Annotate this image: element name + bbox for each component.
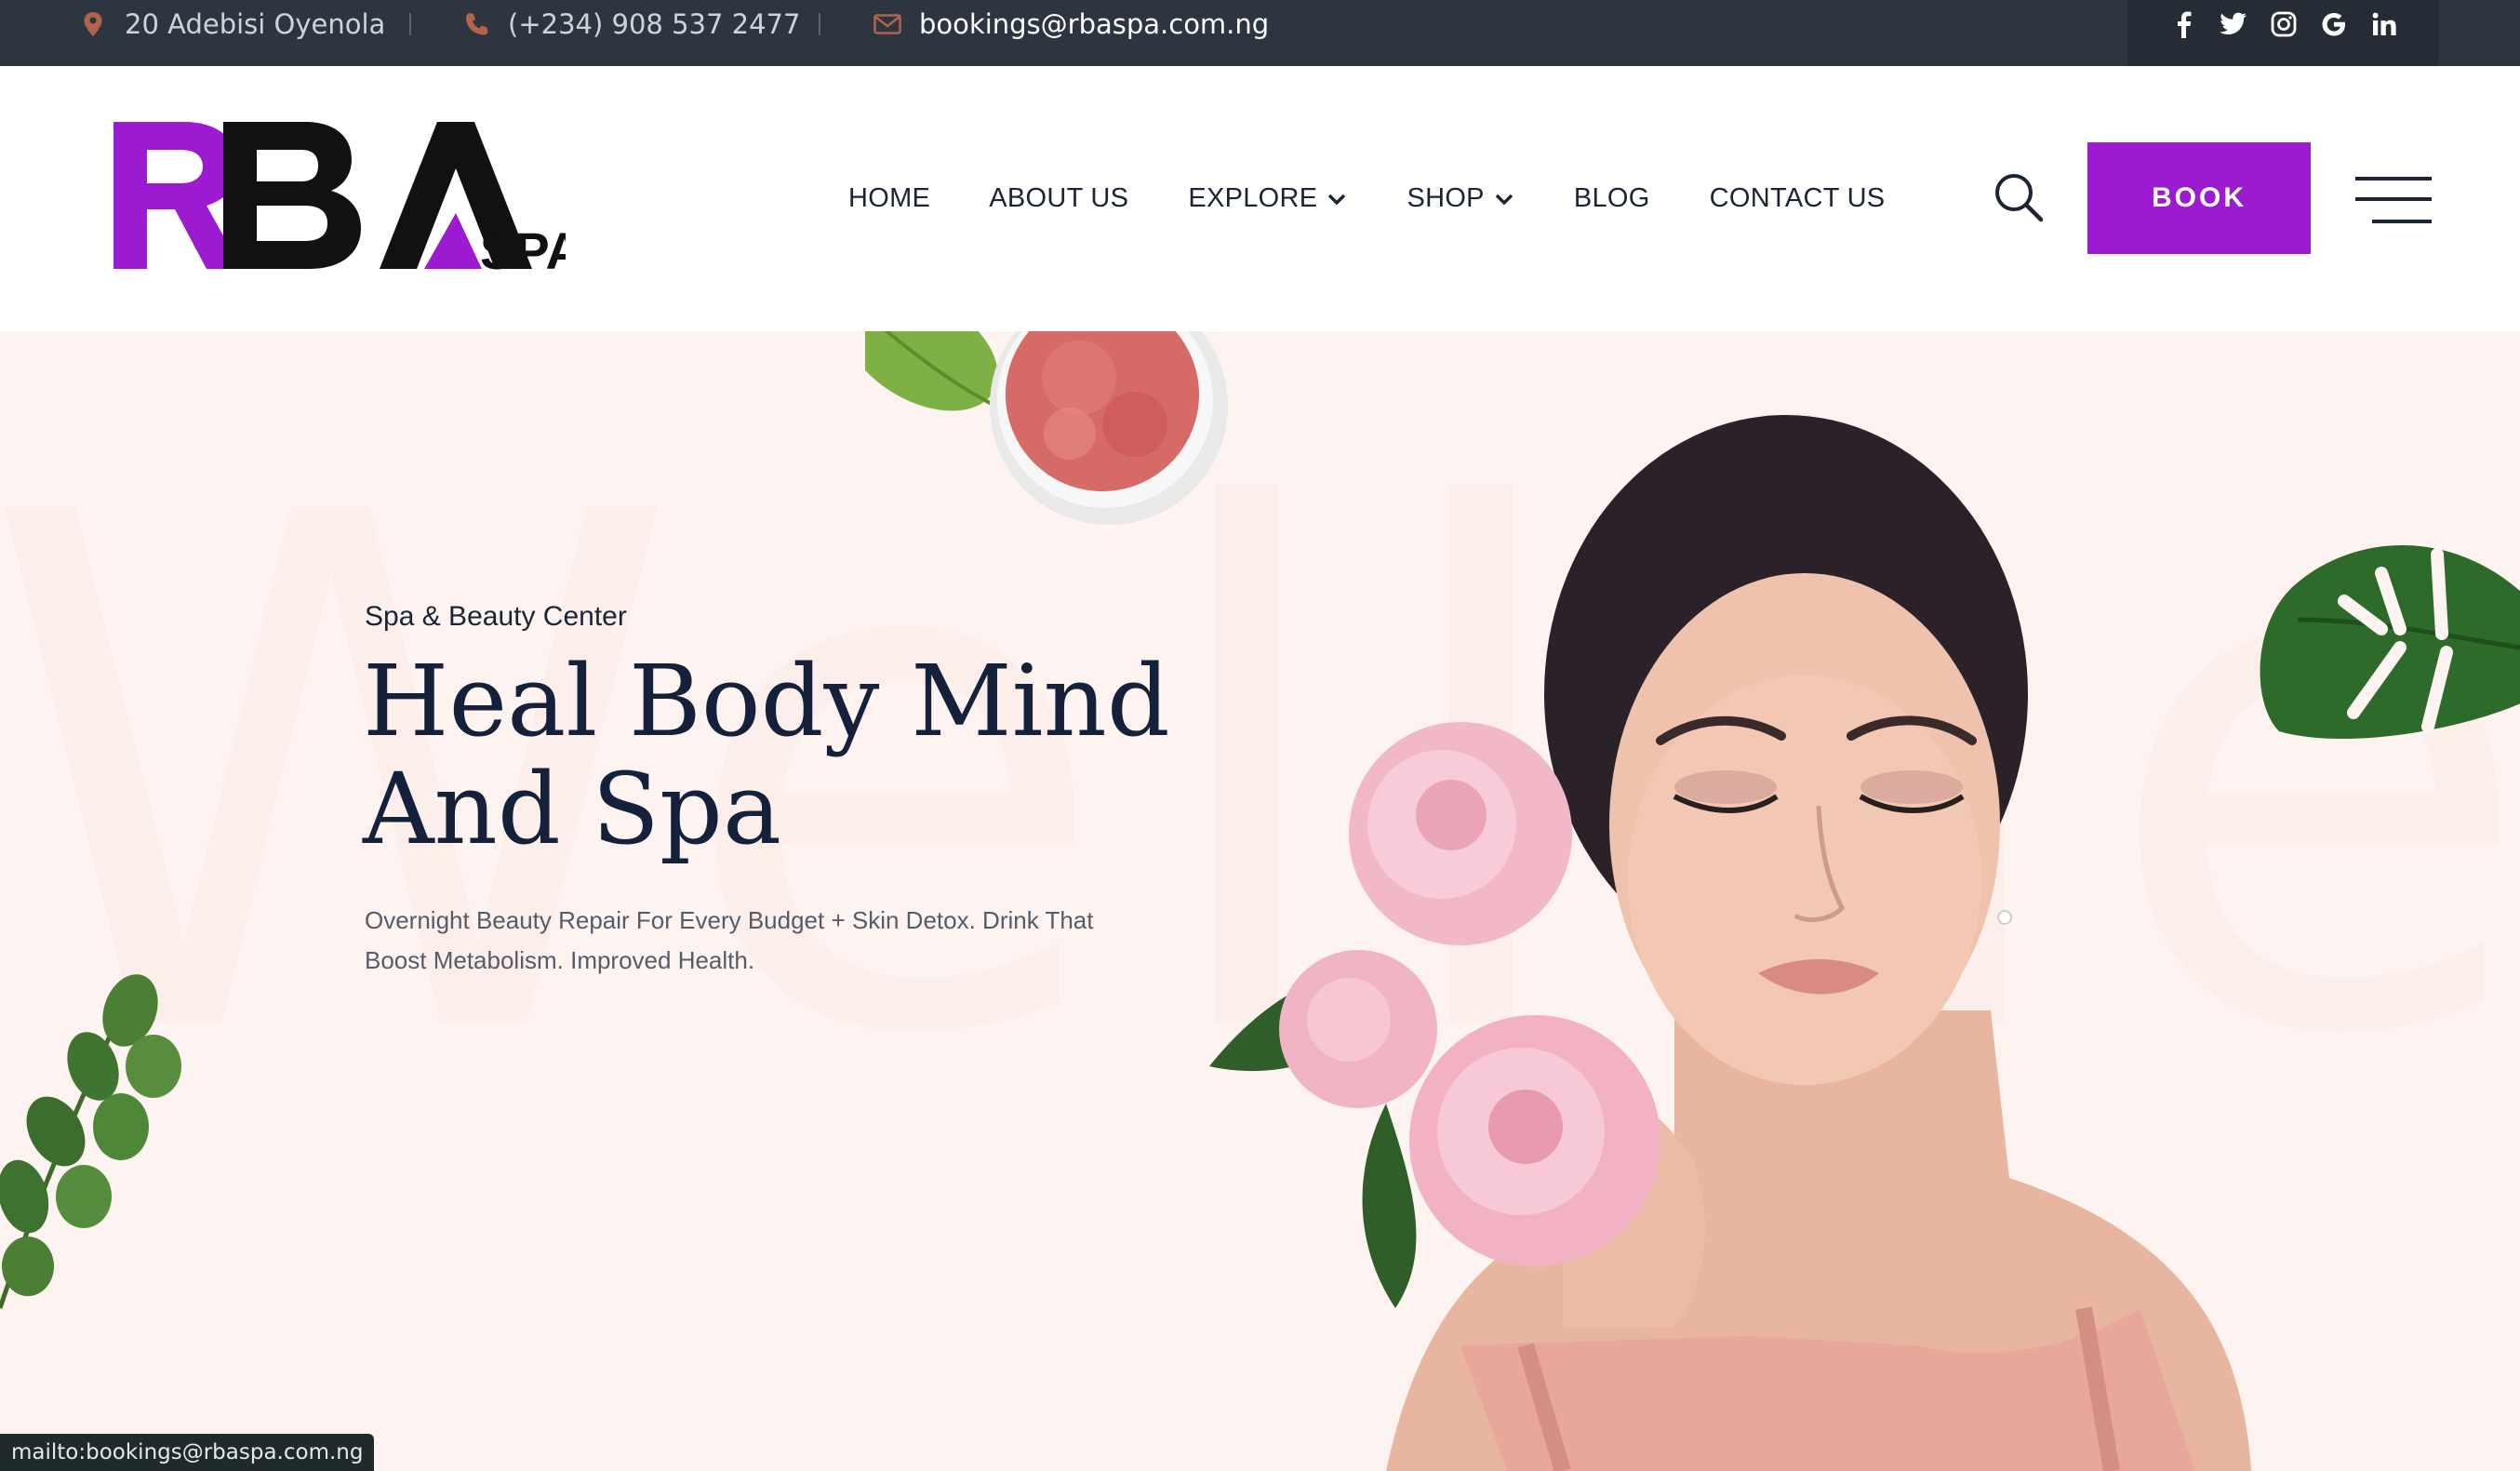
map-pin-icon [78, 9, 108, 39]
browser-status-bar: mailto:bookings@rbaspa.com.ng [0, 1434, 375, 1471]
email-info[interactable]: bookings@rbaspa.com.ng [873, 0, 1269, 48]
hamburger-menu-icon[interactable] [2355, 175, 2432, 227]
phone-text[interactable]: (+234) 908 537 2477 [508, 8, 800, 40]
linkedin-icon[interactable] [2369, 9, 2399, 39]
hero-eyebrow: Spa & Beauty Center [365, 601, 627, 632]
nav-item-about-us[interactable]: ABOUT US [989, 183, 1128, 214]
divider [409, 13, 411, 35]
logo-suffix: SPA [480, 221, 566, 280]
nav-item-explore[interactable]: EXPLORE [1188, 183, 1347, 214]
twitter-icon[interactable] [2219, 9, 2248, 39]
search-icon[interactable] [1993, 171, 2045, 223]
nav-item-blog[interactable]: BLOG [1574, 183, 1650, 214]
nav-item-home[interactable]: HOME [848, 183, 930, 214]
hero-title: Heal Body Mind And Spa [363, 644, 1170, 866]
monstera-leaf-image [2260, 545, 2520, 740]
email-link[interactable]: bookings@rbaspa.com.ng [919, 8, 1269, 40]
phone-info[interactable]: (+234) 908 537 2477 [461, 0, 800, 48]
address-info: 20 Adebisi Oyenola [78, 0, 385, 48]
hero-section: Wellnez Spa & Beauty Center Heal Body Mi… [0, 331, 2520, 1471]
google-icon[interactable] [2319, 9, 2349, 39]
main-nav: HOME ABOUT US EXPLORE SHOP BLOG CONTACT … [848, 66, 1885, 331]
social-links [2127, 0, 2439, 66]
top-info-bar: 20 Adebisi Oyenola (+234) 908 537 2477 b… [0, 0, 2520, 66]
chevron-down-icon [1494, 189, 1514, 209]
hero-subtitle: Overnight Beauty Repair For Every Budget… [365, 906, 1094, 974]
model-with-flowers-image [1209, 415, 2251, 1471]
phone-icon [461, 9, 491, 39]
instagram-icon[interactable] [2269, 9, 2299, 39]
envelope-icon [873, 9, 902, 39]
rba-spa-logo[interactable]: SPA [110, 113, 583, 280]
book-button[interactable]: BOOK [2087, 142, 2311, 254]
nav-item-contact-us[interactable]: CONTACT US [1710, 183, 1886, 214]
eucalyptus-leaf-image [0, 974, 181, 1309]
chevron-down-icon [1327, 189, 1347, 209]
nav-item-shop[interactable]: SHOP [1407, 183, 1513, 214]
facebook-icon[interactable] [2168, 9, 2198, 39]
site-header: SPA HOME ABOUT US EXPLORE SHOP BLOG CONT… [0, 66, 2520, 331]
divider [819, 13, 820, 35]
address-text: 20 Adebisi Oyenola [125, 8, 386, 40]
